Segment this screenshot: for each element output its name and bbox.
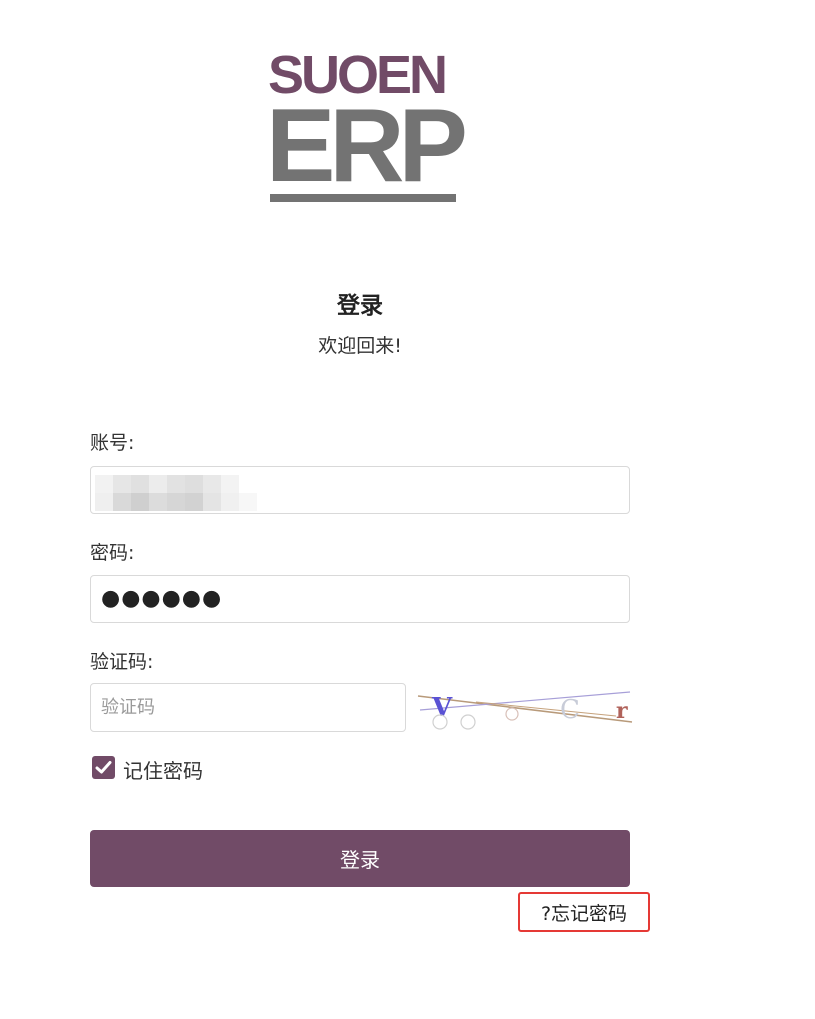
- account-field[interactable]: [90, 466, 630, 514]
- captcha-field[interactable]: [90, 683, 406, 732]
- captcha-input[interactable]: [91, 684, 405, 731]
- svg-text:C: C: [560, 695, 580, 725]
- logo-product-text: ERP: [266, 88, 468, 204]
- page-subtitle: 欢迎回来!: [318, 335, 402, 357]
- account-label: 账号:: [90, 432, 135, 454]
- password-masked-value[interactable]: ●●●●●●: [91, 576, 629, 622]
- redacted-account-value: [95, 471, 271, 511]
- captcha-label: 验证码:: [90, 651, 154, 673]
- password-label: 密码:: [90, 542, 135, 564]
- remember-password-label[interactable]: 记住密码: [123, 755, 203, 784]
- remember-password-checkbox[interactable]: [92, 756, 115, 779]
- login-button[interactable]: 登录: [90, 830, 630, 887]
- password-field[interactable]: ●●●●●●: [90, 575, 630, 623]
- svg-text:r: r: [616, 698, 628, 724]
- forgot-password-link[interactable]: ?忘记密码: [518, 892, 650, 932]
- suoen-erp-logo: SUOEN ERP: [266, 48, 468, 208]
- checkmark-icon: [95, 761, 112, 774]
- captcha-image[interactable]: V C r: [416, 686, 634, 730]
- page-title: 登录: [337, 293, 383, 319]
- logo-underline: [270, 194, 456, 202]
